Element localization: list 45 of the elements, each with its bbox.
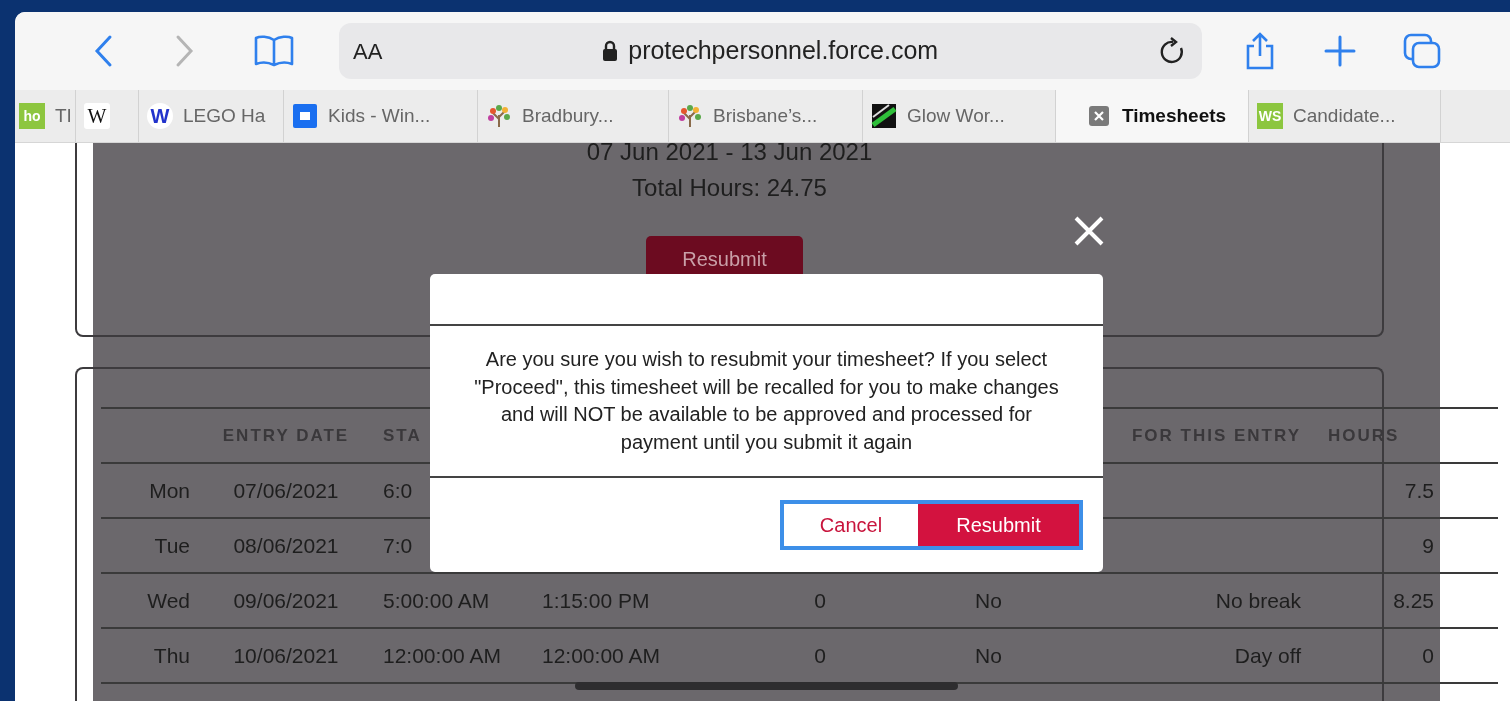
table-cell-text: 09/06/2021 xyxy=(232,587,340,614)
table-cell-text: 0 xyxy=(813,642,827,669)
table-cell-text: 8.25 xyxy=(1392,587,1435,614)
browser-tab[interactable]: Timesheets xyxy=(1056,90,1249,142)
site-icon xyxy=(677,103,703,129)
table-cell-text: 0 xyxy=(1421,642,1435,669)
text-size-button[interactable]: AA xyxy=(353,34,383,68)
table-cell-text: No xyxy=(974,642,1003,669)
dialog-message: Are you sure you wish to resubmit your timesheet? If you select "Proceed", this timesheet will be recalled for you to make changes and will NOT be available to be approved and processed for payment until you submit it again xyxy=(430,326,1103,478)
table-cell-text: 08/06/2021 xyxy=(232,532,340,559)
table-cell-text: 1:15:00 PM xyxy=(541,587,651,614)
site-icon: ho xyxy=(19,103,45,129)
table-cell-text: No xyxy=(974,587,1003,614)
site-icon: W xyxy=(84,103,110,129)
table-cell-text: Tue xyxy=(153,532,191,559)
site-icon xyxy=(292,103,318,129)
resubmit-button[interactable]: Resubmit xyxy=(918,504,1079,546)
address-bar[interactable]: AA protechpersonnel.force.com xyxy=(339,23,1202,79)
table-cell-text: Day off xyxy=(1233,642,1302,669)
table-cell-text: 9 xyxy=(1421,532,1435,559)
table-cell-text: 07/06/2021 xyxy=(232,477,340,504)
table-cell-text: 7:0 xyxy=(382,532,414,559)
site-icon xyxy=(871,103,897,129)
url-text: protechpersonnel.force.com xyxy=(628,35,939,67)
table-cell-text: Mon xyxy=(148,477,191,504)
close-button[interactable] xyxy=(1073,215,1105,247)
date-range: 07 Jun 2021 - 13 Jun 2021 xyxy=(585,143,874,167)
site-icon: WS xyxy=(1257,103,1283,129)
table-cell-text: 12:00:00 AM xyxy=(541,642,661,669)
table-cell-text: 0 xyxy=(813,587,827,614)
lock-icon xyxy=(602,40,619,62)
table-cell-text: Thu xyxy=(152,642,191,669)
total-hours: Total Hours: 24.75 xyxy=(631,173,828,203)
bookmarks-button[interactable] xyxy=(253,34,295,68)
table-cell-text: 6:0 xyxy=(382,477,414,504)
table-cell-text: 7.5 xyxy=(1403,477,1435,504)
table-cell-text: 12:00:00 AM xyxy=(382,642,502,669)
site-icon: W xyxy=(147,103,173,129)
table-cell-text: 5:00:00 AM xyxy=(382,587,491,614)
new-tab-button[interactable] xyxy=(1322,35,1358,67)
tabs-overview-button[interactable] xyxy=(1402,32,1442,70)
table-cell-text: No break xyxy=(1214,587,1302,614)
table-cell-text: Wed xyxy=(146,587,191,614)
table-cell-text: 10/06/2021 xyxy=(232,642,340,669)
site-icon xyxy=(486,103,512,129)
